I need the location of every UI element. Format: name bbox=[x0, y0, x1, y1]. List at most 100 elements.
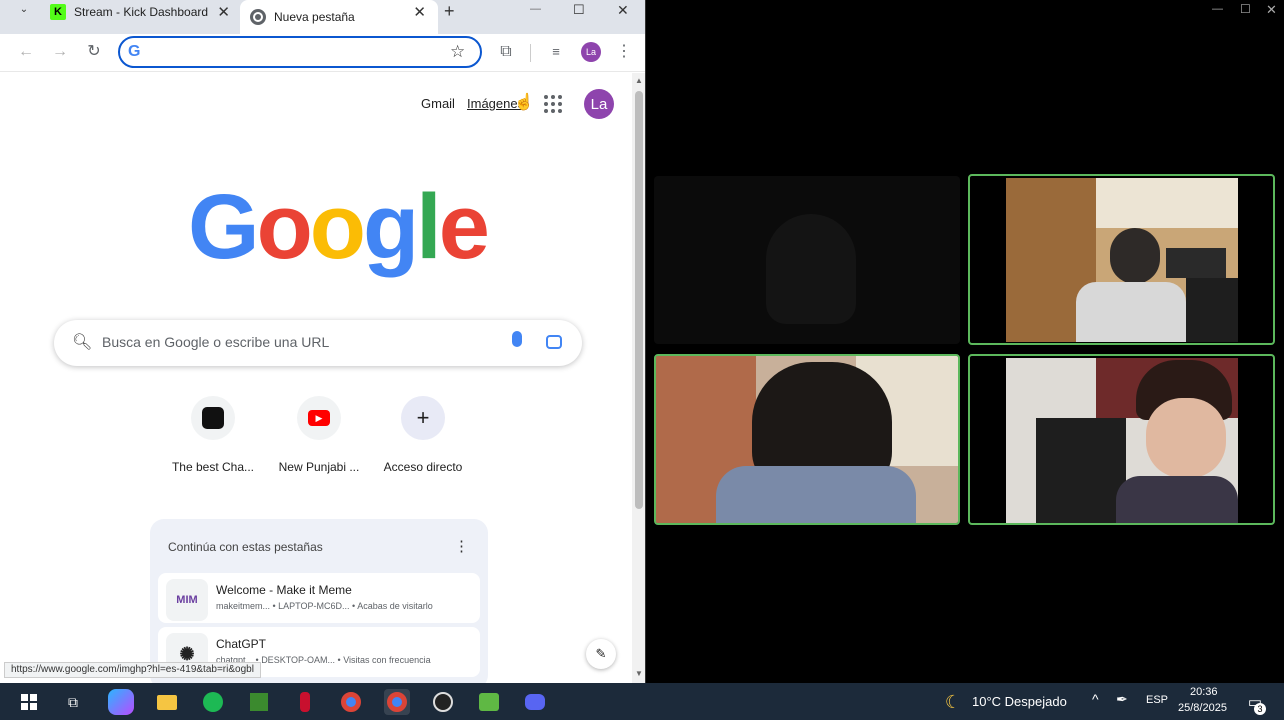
maximize-button[interactable]: ☐ bbox=[573, 2, 585, 18]
shortcut-label: Acceso directo bbox=[383, 460, 463, 474]
address-input[interactable] bbox=[150, 43, 440, 61]
shortcut-label: The best Cha... bbox=[171, 460, 255, 474]
search-icon: 🔍︎ bbox=[72, 334, 93, 351]
lens-camera-icon[interactable] bbox=[546, 335, 562, 349]
close-window-button[interactable]: ✕ bbox=[1266, 2, 1277, 18]
continue-item-subtitle: makeitmem... • LAPTOP-MC6D... • Acabas d… bbox=[216, 601, 433, 611]
mouse-cursor-icon: ☝ bbox=[514, 94, 534, 111]
continue-card-title: Continúa con estas pestañas bbox=[168, 540, 323, 554]
media-controls-icon[interactable]: ≡ bbox=[546, 42, 566, 62]
address-bar[interactable]: G ☆ bbox=[118, 36, 482, 68]
make-it-meme-icon: MIM bbox=[166, 579, 208, 621]
minimize-button[interactable]: — bbox=[530, 3, 541, 15]
microphone-icon[interactable] bbox=[512, 331, 522, 347]
bookmark-star-icon[interactable]: ☆ bbox=[450, 42, 465, 62]
spotify-icon[interactable] bbox=[200, 689, 226, 715]
tab-kick-dashboard[interactable]: K Stream - Kick Dashboard ✕ bbox=[44, 0, 242, 24]
extensions-icon[interactable]: ⧉ bbox=[496, 42, 516, 62]
add-icon: + bbox=[401, 396, 445, 440]
continue-item[interactable]: MIM Welcome - Make it Meme makeitmem... … bbox=[158, 573, 480, 623]
continue-item-note: Acabas de visitarlo bbox=[357, 601, 433, 611]
gmail-link[interactable]: Gmail bbox=[421, 96, 455, 111]
chrome-icon bbox=[250, 9, 266, 25]
profile-avatar[interactable]: La bbox=[581, 42, 601, 62]
video-call-window: — ☐ ✕ bbox=[646, 0, 1284, 683]
participant-tile[interactable] bbox=[968, 354, 1275, 525]
apps-grid-icon[interactable] bbox=[544, 95, 562, 113]
toolbar-divider bbox=[530, 44, 531, 62]
tab-title: Stream - Kick Dashboard bbox=[74, 5, 209, 19]
maximize-button[interactable]: ☐ bbox=[1240, 2, 1251, 16]
back-icon[interactable]: ← bbox=[16, 42, 36, 62]
obs-icon[interactable] bbox=[430, 689, 456, 715]
reload-icon[interactable]: ↻ bbox=[84, 42, 104, 62]
status-bar-url: https://www.google.com/imghp?hl=es-419&t… bbox=[4, 662, 261, 678]
menu-icon[interactable]: ⋮ bbox=[614, 42, 634, 62]
tab-search-button[interactable]: ⌄ bbox=[14, 4, 34, 20]
red-app-icon[interactable] bbox=[292, 689, 318, 715]
task-view-icon[interactable]: ⧉ bbox=[60, 689, 86, 715]
close-window-button[interactable]: ✕ bbox=[617, 2, 629, 19]
close-icon[interactable]: ✕ bbox=[217, 3, 230, 21]
scroll-down-arrow-icon[interactable]: ▼ bbox=[635, 669, 643, 678]
continue-item-title: Welcome - Make it Meme bbox=[216, 583, 352, 597]
file-explorer-icon[interactable] bbox=[154, 689, 180, 715]
logo-letter: o bbox=[256, 176, 313, 278]
logo-letter: l bbox=[416, 176, 442, 278]
scrollbar-thumb[interactable] bbox=[635, 91, 643, 509]
participant-silhouette bbox=[766, 214, 856, 324]
copilot-icon[interactable] bbox=[108, 689, 134, 715]
clock-date[interactable]: 25/8/2025 bbox=[1178, 702, 1227, 714]
scroll-up-arrow-icon[interactable]: ▲ bbox=[635, 76, 643, 85]
tab-new-tab[interactable]: Nueva pestaña ✕ bbox=[240, 0, 438, 34]
discord-icon[interactable] bbox=[522, 689, 548, 715]
google-logo: Google bbox=[188, 176, 490, 278]
minecraft-icon[interactable] bbox=[246, 689, 272, 715]
chrome-taskbar-icon[interactable] bbox=[338, 689, 364, 715]
page-scrollbar[interactable]: ▲ ▼ bbox=[632, 73, 645, 683]
google-search-box[interactable]: 🔍︎ Busca en Google o escribe una URL bbox=[54, 320, 582, 366]
continue-tabs-card: Continúa con estas pestañas ⋮ MIM Welcom… bbox=[150, 519, 488, 683]
kick-icon: K bbox=[50, 4, 66, 20]
shortcut-tile[interactable]: + Acceso directo bbox=[368, 396, 478, 474]
logo-letter: o bbox=[309, 176, 366, 278]
search-placeholder: Busca en Google o escribe una URL bbox=[102, 334, 330, 350]
pen-icon[interactable]: ✒ bbox=[1116, 691, 1128, 708]
browser-toolbar: ← → ↻ G ☆ ⧉ ≡ La ⋮ bbox=[0, 34, 645, 72]
google-profile-avatar[interactable]: La bbox=[584, 89, 614, 119]
customize-edit-button[interactable]: ✎ bbox=[586, 639, 616, 669]
shortcut-label: New Punjabi ... bbox=[278, 460, 360, 474]
tab-strip: ⌄ K Stream - Kick Dashboard ✕ Nueva pest… bbox=[0, 0, 645, 34]
continue-item-device: LAPTOP-MC6D... bbox=[278, 601, 350, 611]
forward-icon[interactable]: → bbox=[50, 42, 70, 62]
continue-item-source: makeitmem... bbox=[216, 601, 271, 611]
logo-letter: g bbox=[362, 176, 419, 278]
green-app-icon[interactable] bbox=[476, 689, 502, 715]
windows-taskbar: ⧉ ☾ 10°C Despejado ^ ✒ ESP 20:36 25/8/20… bbox=[0, 683, 1284, 720]
moon-weather-icon[interactable]: ☾ bbox=[940, 689, 966, 715]
new-tab-button[interactable]: + bbox=[444, 1, 455, 22]
weather-text[interactable]: 10°C Despejado bbox=[972, 694, 1067, 709]
google-g-icon: G bbox=[128, 43, 141, 60]
shortcut-tile[interactable]: The best Cha... bbox=[158, 396, 268, 474]
webcam-feed bbox=[1006, 178, 1238, 342]
youtube-icon: ▶ bbox=[297, 396, 341, 440]
close-icon[interactable]: ✕ bbox=[413, 3, 426, 21]
chrome-profile-taskbar-icon[interactable] bbox=[384, 689, 410, 715]
tray-chevron-icon[interactable]: ^ bbox=[1092, 691, 1099, 707]
more-options-icon[interactable]: ⋮ bbox=[454, 537, 469, 555]
shortcut-tile[interactable]: ▶ New Punjabi ... bbox=[264, 396, 374, 474]
minimize-button[interactable]: — bbox=[1212, 3, 1223, 15]
participant-tile[interactable] bbox=[654, 354, 960, 525]
continue-item-device: DESKTOP-OAM... bbox=[261, 655, 336, 665]
participant-tile[interactable] bbox=[968, 174, 1275, 345]
tab-title: Nueva pestaña bbox=[274, 10, 355, 24]
windows-start-icon[interactable] bbox=[16, 689, 42, 715]
clock-time[interactable]: 20:36 bbox=[1190, 686, 1218, 698]
logo-letter: e bbox=[438, 176, 490, 278]
participant-tile[interactable] bbox=[654, 176, 960, 344]
browser-window: ⌄ K Stream - Kick Dashboard ✕ Nueva pest… bbox=[0, 0, 646, 683]
webcam-feed bbox=[656, 356, 958, 523]
language-indicator[interactable]: ESP bbox=[1146, 694, 1168, 706]
notification-badge: 3 bbox=[1254, 703, 1266, 715]
